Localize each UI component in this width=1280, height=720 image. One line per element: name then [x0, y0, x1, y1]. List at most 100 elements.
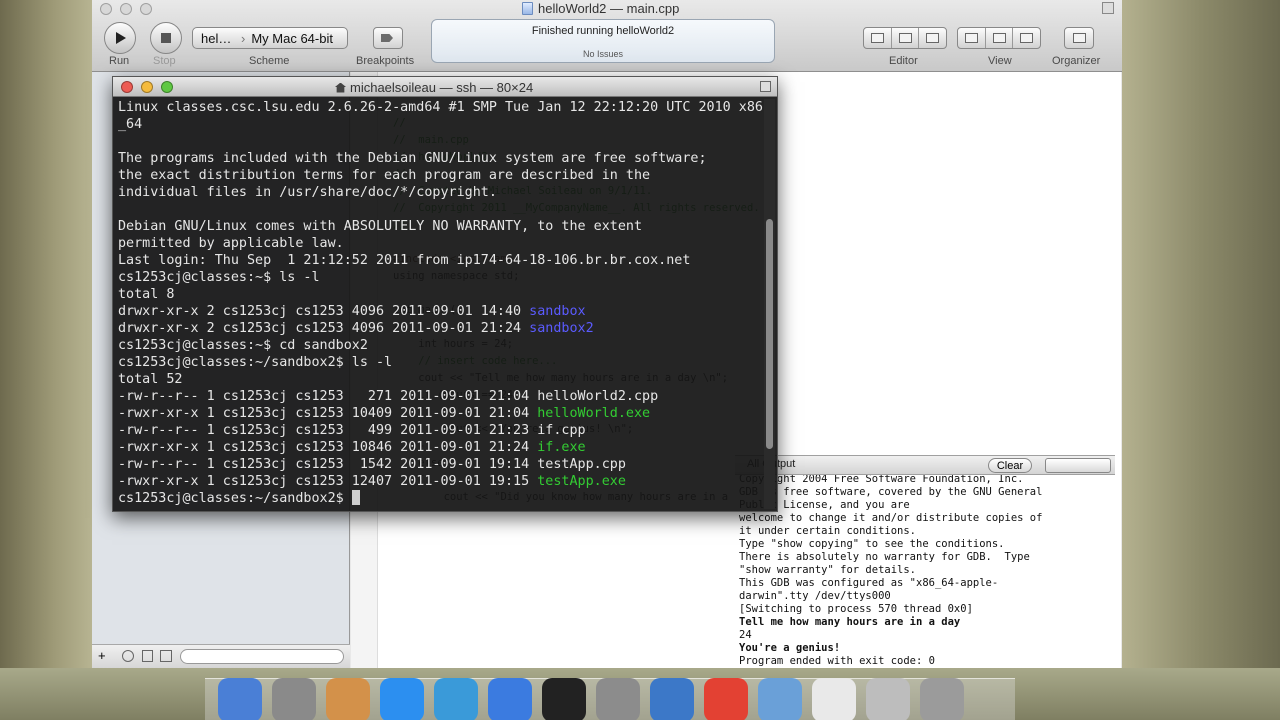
console-program-output: Tell me how many hours are in a day	[739, 616, 961, 628]
breakpoints-label: Breakpoints	[356, 55, 415, 67]
terminal-icon[interactable]	[542, 678, 586, 720]
terminal-line: cs1253cj@classes:~/sandbox2$ ls -l	[118, 355, 393, 370]
unsaved-filter-icon[interactable]	[142, 650, 153, 662]
add-icon[interactable]: +	[98, 648, 106, 663]
debug-area-toggle-icon[interactable]	[986, 28, 1014, 48]
filter-search-field[interactable]	[180, 649, 344, 664]
terminal-window: michaelsoileau — ssh — 80×24 Linux class…	[112, 76, 778, 512]
scheme-selector[interactable]: hel… › My Mac 64-bit	[192, 27, 348, 49]
version-editor-icon[interactable]	[919, 28, 946, 48]
run-label: Run	[109, 55, 130, 67]
terminal-output[interactable]: Linux classes.csc.lsu.edu 2.6.26-2-amd64…	[118, 99, 763, 509]
organizer-button[interactable]	[1064, 27, 1094, 49]
zoom-button[interactable]	[140, 3, 152, 15]
terminal-line: Linux classes.csc.lsu.edu 2.6.26-2-amd64…	[118, 100, 763, 115]
desktop-wallpaper-left	[0, 0, 92, 668]
terminal-line: total 8	[118, 287, 175, 302]
finder-icon[interactable]	[218, 678, 262, 720]
xcode-icon[interactable]	[650, 678, 694, 720]
standard-editor-icon[interactable]	[864, 28, 892, 48]
scheme-label: Scheme	[249, 55, 290, 67]
launchpad-icon[interactable]	[272, 678, 316, 720]
play-icon	[116, 32, 126, 44]
scm-filter-icon[interactable]	[160, 650, 172, 662]
executable-name: helloWorld.exe	[537, 406, 651, 421]
terminal-line: individual files in /usr/share/doc/*/cop…	[118, 185, 497, 200]
app-store-icon[interactable]	[380, 678, 424, 720]
photos-icon[interactable]	[326, 678, 370, 720]
file-name: if.cpp	[537, 423, 586, 438]
navigator-filter-bar: +	[92, 644, 350, 668]
debug-console[interactable]: Copyright 2004 Free Software Foundation,…	[735, 475, 1115, 668]
file-name: testApp.cpp	[537, 457, 626, 472]
console-line: welcome to change it and/or distribute c…	[739, 512, 1043, 524]
stack-icon[interactable]	[866, 678, 910, 720]
activity-viewer: Finished running helloWorld2 No Issues	[431, 19, 775, 63]
zoom-button[interactable]	[161, 81, 173, 93]
console-user-input: 24	[739, 629, 752, 641]
text-cursor	[351, 490, 360, 505]
clear-console-button[interactable]: Clear	[988, 458, 1032, 473]
console-line: Type "show copying" to see the condition…	[739, 538, 1005, 550]
chrome-icon[interactable]	[704, 678, 748, 720]
assistant-editor-icon[interactable]	[892, 28, 920, 48]
system-preferences-icon[interactable]	[596, 678, 640, 720]
home-icon	[335, 82, 346, 93]
shell-prompt[interactable]: cs1253cj@classes:~/sandbox2$	[118, 491, 352, 506]
dock	[0, 668, 1280, 720]
terminal-line: permitted by applicable law.	[118, 236, 344, 251]
view-label: View	[988, 55, 1012, 67]
close-button[interactable]	[100, 3, 112, 15]
listing-meta: drwxr-xr-x 2 cs1253cj cs1253 4096 2011-0…	[118, 304, 530, 319]
run-button[interactable]	[104, 22, 136, 54]
desktop-wallpaper-right	[1122, 0, 1280, 668]
itunes-icon[interactable]	[488, 678, 532, 720]
listing-meta: -rwxr-xr-x 1 cs1253cj cs1253 10846 2011-…	[118, 440, 538, 455]
directory-name: sandbox	[529, 304, 586, 319]
folder-icon[interactable]	[758, 678, 802, 720]
utilities-toggle-icon[interactable]	[1013, 28, 1040, 48]
editor-label: Editor	[889, 55, 918, 67]
terminal-titlebar[interactable]: michaelsoileau — ssh — 80×24	[113, 77, 777, 97]
organizer-label: Organizer	[1052, 55, 1101, 67]
terminal-line: Last login: Thu Sep 1 21:12:52 2011 from…	[118, 253, 691, 268]
terminal-line: the exact distribution terms for each pr…	[118, 168, 651, 183]
chevron-right-icon: ›	[241, 30, 246, 46]
listing-meta: -rw-r--r-- 1 cs1253cj cs1253 499 2011-09…	[118, 423, 538, 438]
console-text: Copyright 2004 Free Software Foundation,…	[739, 475, 1042, 668]
stop-button[interactable]	[150, 22, 182, 54]
view-control[interactable]	[957, 27, 1041, 49]
listing-meta: -rw-r--r-- 1 cs1253cj cs1253 271 2011-09…	[118, 389, 538, 404]
xcode-toolbar: helloWorld2 — main.cpp Run Stop hel… › M…	[92, 0, 1122, 72]
window-title: helloWorld2 — main.cpp	[522, 1, 679, 16]
scrollbar-thumb[interactable]	[766, 219, 773, 449]
fullscreen-icon[interactable]	[1102, 2, 1114, 14]
minimize-button[interactable]	[141, 81, 153, 93]
console-line: it under certain conditions.	[739, 525, 917, 537]
documents-icon[interactable]	[812, 678, 856, 720]
terminal-scrollbar[interactable]	[764, 99, 775, 509]
activity-status: Finished running helloWorld2	[531, 25, 675, 37]
close-button[interactable]	[121, 81, 133, 93]
listing-meta: -rwxr-xr-x 1 cs1253cj cs1253 10409 2011-…	[118, 406, 538, 421]
console-pane-control[interactable]	[1045, 458, 1111, 473]
directory-name: sandbox2	[529, 321, 594, 336]
terminal-line: The programs included with the Debian GN…	[118, 151, 707, 166]
trash-icon[interactable]	[920, 678, 964, 720]
issues-status: No Issues	[582, 49, 624, 59]
listing-meta: -rwxr-xr-x 1 cs1253cj cs1253 12407 2011-…	[118, 474, 538, 489]
debug-area-bar: All Output Clear	[735, 455, 1115, 475]
editor-mode-control[interactable]	[863, 27, 947, 49]
console-line: Copyright 2004 Free Software Foundation,…	[739, 475, 1024, 485]
organizer-icon	[1065, 28, 1093, 48]
terminal-title: michaelsoileau — ssh — 80×24	[335, 80, 533, 95]
minimize-button[interactable]	[120, 3, 132, 15]
safari-icon[interactable]	[434, 678, 478, 720]
fullscreen-icon[interactable]	[760, 81, 771, 92]
console-line: GDB is free software, covered by the GNU…	[739, 486, 1043, 498]
navigator-toggle-icon[interactable]	[958, 28, 986, 48]
breakpoints-button[interactable]	[373, 27, 403, 49]
executable-name: if.exe	[537, 440, 586, 455]
executable-name: testApp.exe	[537, 474, 626, 489]
recent-files-icon[interactable]	[122, 650, 134, 662]
